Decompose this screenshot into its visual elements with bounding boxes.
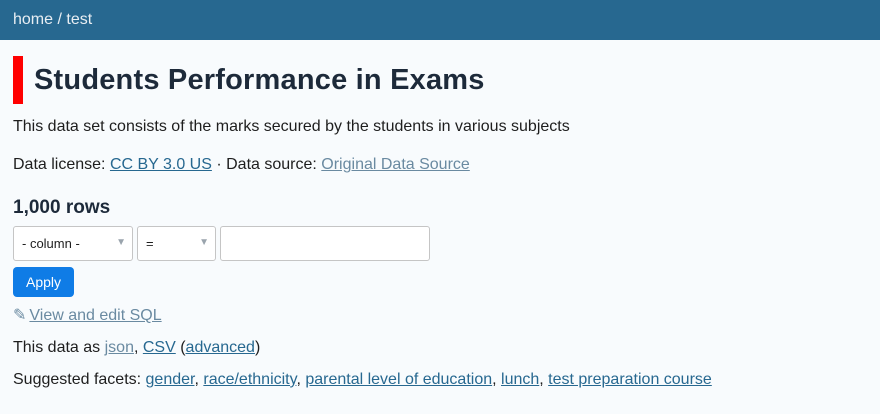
rows-count: 1,000 rows: [13, 197, 111, 218]
title-row: Students Performance in Exams: [13, 56, 867, 104]
suggested-facets: Suggested facets: gender, race/ethnicity…: [13, 371, 712, 388]
license-line: Data license: CC BY 3.0 US · Data source…: [13, 156, 867, 174]
filter-value-input[interactable]: [220, 226, 430, 261]
export-line: This data as json, CSV (advanced): [13, 339, 867, 357]
operator-select[interactable]: = ▼: [137, 226, 216, 261]
operator-select-value: =: [146, 236, 154, 251]
facet-link-gender[interactable]: gender: [146, 371, 195, 388]
breadcrumb-separator: /: [53, 11, 67, 28]
column-select[interactable]: - column - ▼: [13, 226, 133, 261]
sql-line: ✎ View and edit SQL: [13, 305, 867, 325]
license-separator: ·: [211, 156, 227, 173]
source-label: Data source:: [226, 156, 322, 173]
facet-link-parental-education[interactable]: parental level of education: [305, 371, 492, 388]
license-label: Data license:: [13, 156, 110, 173]
export-prefix: This data as: [13, 339, 105, 356]
filter-row: - column - ▼ = ▼: [13, 226, 867, 261]
chevron-down-icon: ▼: [199, 237, 209, 248]
export-csv-link[interactable]: CSV: [143, 339, 176, 356]
title-accent-bar: [13, 56, 23, 104]
facet-link-race-ethnicity[interactable]: race/ethnicity: [203, 371, 296, 388]
pencil-icon: ✎: [13, 307, 27, 324]
breadcrumb-bar: home / test: [0, 0, 880, 40]
license-link[interactable]: CC BY 3.0 US: [110, 156, 212, 173]
export-comma: ,: [133, 339, 143, 356]
source-link[interactable]: Original Data Source: [321, 156, 470, 173]
export-json-link[interactable]: json: [105, 339, 134, 356]
export-paren-close: ): [254, 339, 261, 356]
chevron-down-icon: ▼: [116, 237, 126, 248]
column-select-value: - column -: [22, 236, 80, 251]
main-content: Students Performance in Exams This data …: [0, 56, 880, 389]
export-advanced-link[interactable]: advanced: [186, 339, 255, 356]
facet-link-test-preparation[interactable]: test preparation course: [548, 371, 712, 388]
apply-button[interactable]: Apply: [13, 267, 75, 297]
view-edit-sql-link[interactable]: View and edit SQL: [29, 307, 161, 324]
page-description: This data set consists of the marks secu…: [13, 118, 570, 135]
facets-label: Suggested facets:: [13, 371, 146, 388]
export-paren-open: (: [175, 339, 186, 356]
page-title: Students Performance in Exams: [34, 63, 485, 96]
facet-link-lunch[interactable]: lunch: [501, 371, 539, 388]
breadcrumb-home-link[interactable]: home: [13, 11, 53, 29]
breadcrumb-current-link[interactable]: test: [66, 11, 92, 29]
